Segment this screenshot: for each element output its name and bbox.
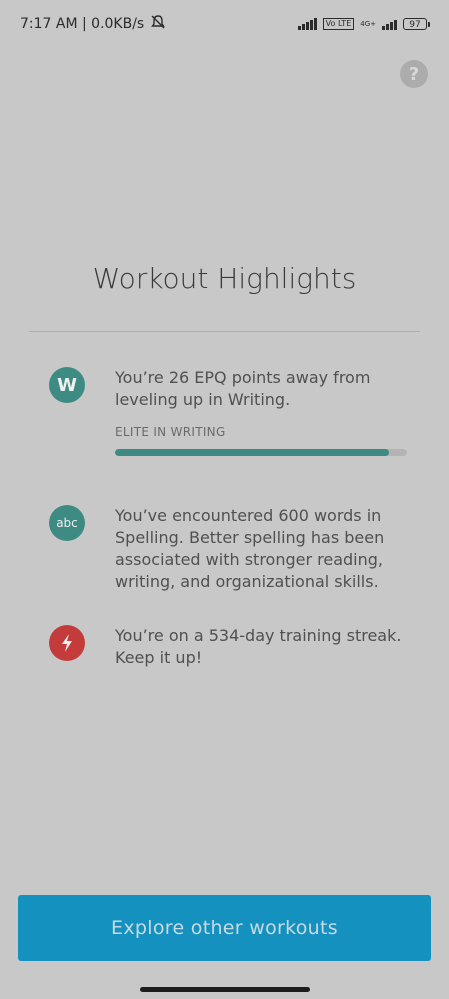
divider <box>29 331 420 332</box>
status-left: 7:17 AM | 0.0KB/s <box>20 14 166 34</box>
highlight-streak: You’re on a 534-day training streak. Kee… <box>49 625 407 669</box>
status-right: Vo LTE 4G+ 97 <box>297 18 430 30</box>
spelling-icon-text: abc <box>56 516 78 530</box>
explore-workouts-label: Explore other workouts <box>111 917 338 939</box>
page-title: Workout Highlights <box>92 262 357 295</box>
network-badge: 4G+ <box>360 20 376 28</box>
highlight-writing: W You’re 26 EPQ points away from levelin… <box>49 367 407 456</box>
status-bar: 7:17 AM | 0.0KB/s Vo LTE 4G+ 97 <box>0 0 449 48</box>
signal-icon-2 <box>382 18 397 30</box>
highlight-text: You’ve encountered 600 words in Spelling… <box>115 506 385 591</box>
volte-badge: Vo LTE <box>322 18 355 30</box>
writing-icon: W <box>49 367 85 403</box>
alarm-off-icon <box>150 14 166 34</box>
progress-bar <box>115 449 407 456</box>
lightning-icon <box>49 625 85 661</box>
highlight-text: You’re 26 EPQ points away from leveling … <box>115 368 371 409</box>
home-indicator[interactable] <box>140 987 310 992</box>
progress-fill <box>115 449 390 456</box>
highlight-text: You’re on a 534-day training streak. Kee… <box>115 626 402 667</box>
battery-level: 97 <box>409 20 421 30</box>
explore-workouts-button[interactable]: Explore other workouts <box>18 895 431 961</box>
highlight-spelling: abc You’ve encountered 600 words in Spel… <box>49 505 407 593</box>
battery-icon: 97 <box>403 18 430 30</box>
spelling-icon: abc <box>49 505 85 541</box>
progress-label: ELITE IN WRITING <box>115 425 226 439</box>
status-time: 7:17 AM | 0.0KB/s <box>20 16 145 32</box>
question-icon: ? <box>408 63 420 85</box>
signal-icon <box>297 18 317 30</box>
help-button[interactable]: ? <box>400 60 428 88</box>
writing-icon-letter: W <box>57 374 77 396</box>
